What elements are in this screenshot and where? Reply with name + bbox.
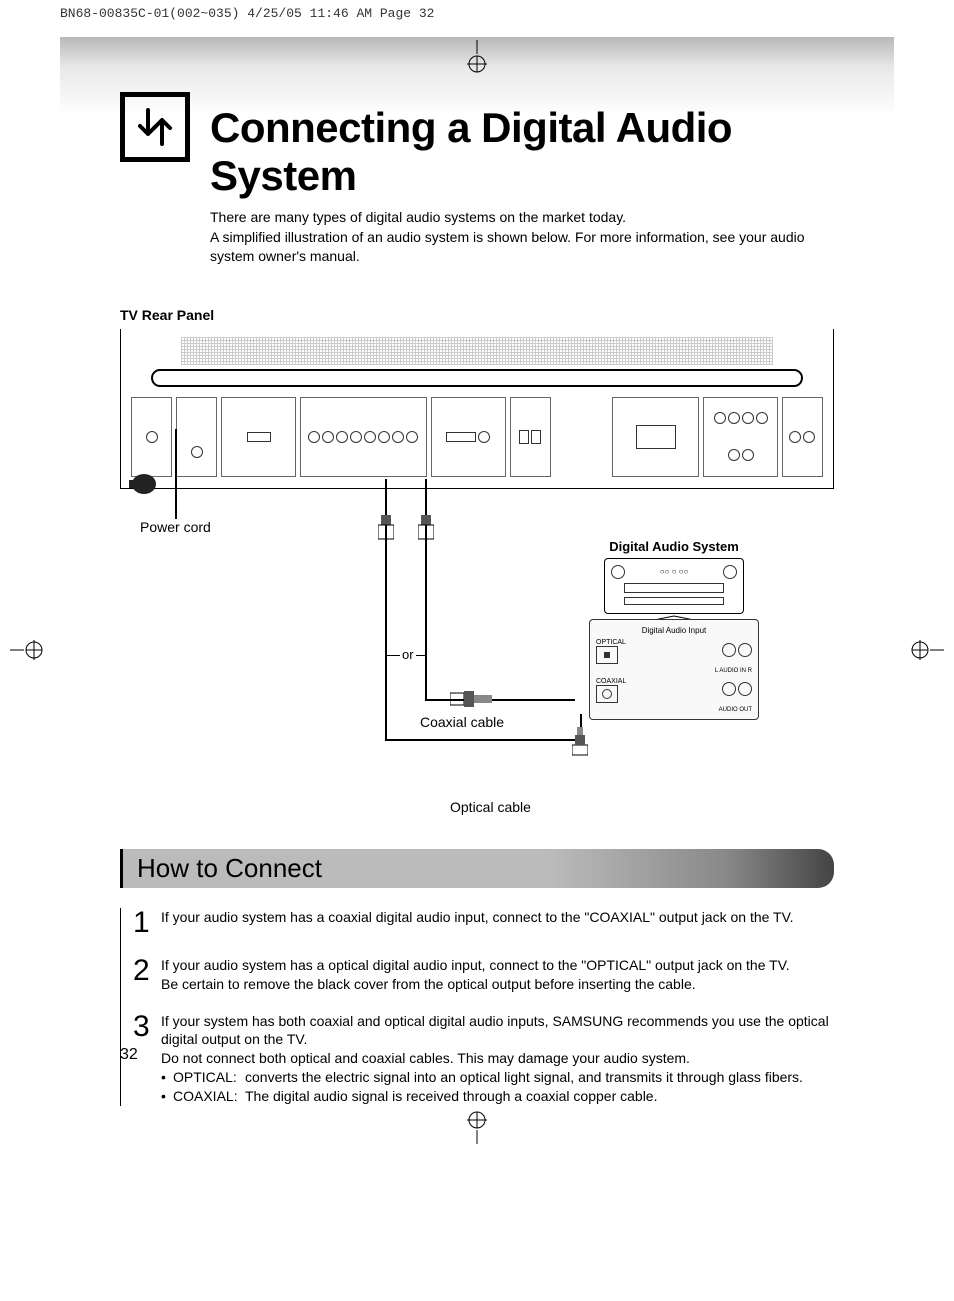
audio-system: Digital Audio System ○○ ○ ○○: [604, 539, 744, 628]
step-1: 1 If your audio system has a coaxial dig…: [133, 908, 834, 938]
or-label: or: [400, 647, 416, 662]
bullet-item: • OPTICAL: converts the electric signal …: [161, 1068, 834, 1087]
optical-port-label: OPTICAL: [596, 639, 626, 646]
bullet-item: • COAXIAL: The digital audio signal is r…: [161, 1087, 834, 1106]
optical-label: Optical cable: [450, 799, 531, 815]
bullet-desc: converts the electric signal into an opt…: [245, 1068, 803, 1087]
power-plug-icon: [129, 469, 159, 499]
optical-connector-icon: [572, 727, 588, 757]
page-number: 32: [120, 1046, 138, 1064]
digital-audio-input-panel: Digital Audio Input OPTICAL L AUDIO IN R…: [589, 619, 759, 720]
connector-icon: [378, 515, 394, 541]
step-number: 2: [133, 956, 151, 994]
audio-in-label: L AUDIO IN R: [596, 668, 752, 674]
bullet-label: OPTICAL:: [173, 1068, 245, 1087]
crop-mark-icon: [10, 640, 46, 660]
coaxial-port-label: COAXIAL: [596, 678, 626, 685]
crop-mark-icon: [908, 640, 944, 660]
coaxial-label: Coaxial cable: [420, 714, 504, 730]
connector-icon: [418, 515, 434, 541]
coax-connector-icon: [450, 689, 492, 709]
power-cord-label: Power cord: [140, 519, 211, 535]
tv-rear-panel: [120, 329, 834, 489]
page-title: Connecting a Digital Audio System: [210, 92, 834, 200]
how-to-title: How to Connect: [137, 853, 322, 883]
section-icon: [120, 92, 190, 162]
step-text: If your audio system has a optical digit…: [161, 956, 790, 994]
digi-panel-title: Digital Audio Input: [596, 626, 752, 635]
crop-mark-icon: [467, 1108, 487, 1144]
step-text: If your audio system has a coaxial digit…: [161, 908, 794, 938]
step-2: 2 If your audio system has a optical dig…: [133, 956, 834, 994]
intro-text: There are many types of digital audio sy…: [210, 208, 834, 267]
audio-out-label: AUDIO OUT: [596, 707, 752, 713]
bullet-desc: The digital audio signal is received thr…: [245, 1087, 657, 1106]
print-header: BN68-00835C-01(002~035) 4/25/05 11:46 AM…: [0, 0, 954, 27]
step-3: 3 If your system has both coaxial and op…: [133, 1012, 834, 1106]
connection-diagram: Power cord or Coaxial cable Optical cabl…: [120, 329, 834, 829]
tv-panel-label: TV Rear Panel: [120, 307, 834, 323]
audio-system-label: Digital Audio System: [604, 539, 744, 554]
how-to-header: How to Connect: [120, 849, 834, 888]
bullet-label: COAXIAL:: [173, 1087, 245, 1106]
crop-mark-icon: [467, 40, 487, 76]
step-text: If your system has both coaxial and opti…: [161, 1012, 834, 1069]
step-number: 1: [133, 908, 151, 938]
steps-list: 1 If your audio system has a coaxial dig…: [120, 908, 834, 1106]
